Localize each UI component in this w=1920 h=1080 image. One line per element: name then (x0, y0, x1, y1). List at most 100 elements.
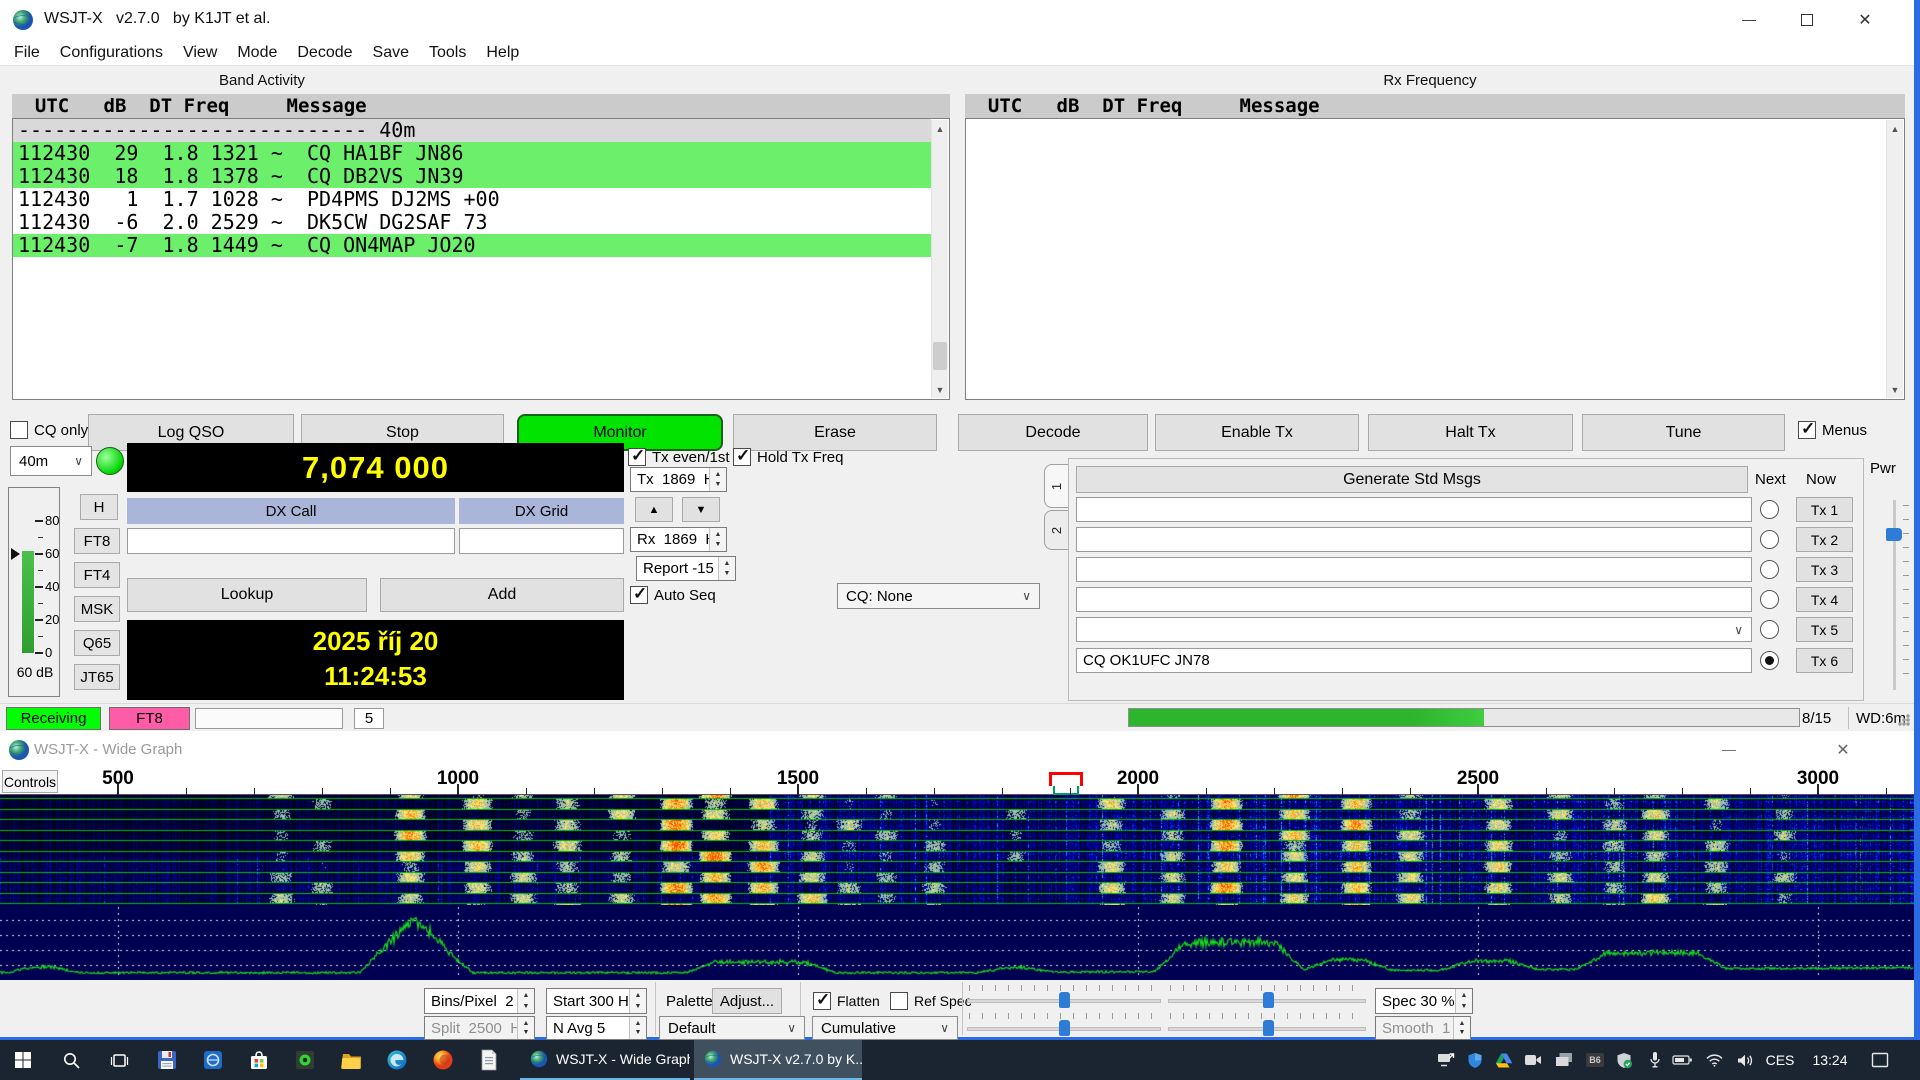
menu-mode[interactable]: Mode (227, 41, 287, 65)
cq-filter-combo[interactable]: CQ: None (837, 583, 1040, 609)
enable-tx-button[interactable]: Enable Tx (1155, 414, 1359, 451)
n-avg-spinner[interactable]: N Avg 5 (546, 1016, 647, 1040)
language-indicator[interactable]: CES (1758, 1040, 1802, 1080)
spectrum-display[interactable] (0, 905, 1914, 980)
taskbar-window-1[interactable]: WSJT-X - Wide Graph (520, 1040, 690, 1080)
shield-blue-tray-icon[interactable] (1461, 1040, 1489, 1080)
spinner-arrows[interactable] (709, 468, 726, 491)
halt-tx-button[interactable]: Halt Tx (1368, 414, 1573, 451)
tx-freq-spinner[interactable]: Tx 1869 Hz (630, 467, 727, 492)
battery-tray-icon[interactable] (1668, 1040, 1696, 1080)
clock[interactable]: 13:24 (1804, 1040, 1856, 1080)
taskbar-window-2[interactable]: WSJT-X v2.7.0 by K... (694, 1040, 862, 1080)
adjust-button[interactable]: Adjust... (712, 988, 782, 1014)
slider-handle[interactable] (1059, 992, 1070, 1008)
spinner-arrows[interactable] (718, 557, 735, 580)
spec-percent-spinner[interactable]: Spec 30 % (1375, 988, 1473, 1014)
minimize-button[interactable] (1699, 731, 1759, 768)
slider-handle[interactable] (1263, 992, 1274, 1008)
spectrum-gain-slider[interactable] (967, 1012, 1161, 1036)
rx-frequency-list[interactable]: ▲ ▼ (965, 118, 1905, 400)
badge-tray-icon[interactable]: B6 (1581, 1040, 1609, 1080)
mode-ft8-button[interactable]: FT8 (74, 528, 120, 554)
spinner-arrows[interactable] (629, 1017, 646, 1039)
decode-row[interactable]: 112430 18 1.8 1378 ~ CQ DB2VS JN39 (13, 165, 931, 188)
tune-button[interactable]: Tune (1582, 414, 1785, 451)
close-button[interactable] (1836, 0, 1894, 40)
bins-per-pixel-spinner[interactable]: Bins/Pixel 2 (424, 988, 535, 1014)
report-spinner[interactable]: Report -15 (636, 556, 736, 581)
tx1-radio[interactable] (1760, 500, 1779, 519)
tx-even-checkbox[interactable]: Tx even/1st (628, 448, 730, 466)
spinner-arrows[interactable] (517, 989, 534, 1013)
displays-tray-icon[interactable] (1550, 1040, 1578, 1080)
decode-row[interactable]: 112430 29 1.8 1321 ~ CQ HA1BF JN86 (13, 142, 931, 165)
dx-grid-input[interactable] (459, 528, 624, 554)
rx-frequency-scrollbar[interactable]: ▲ ▼ (1886, 120, 1903, 398)
band-activity-list[interactable]: ▲ ▼ ----------------------------- 40m112… (12, 118, 950, 400)
tx3-radio[interactable] (1760, 560, 1779, 579)
spinner-arrows[interactable] (629, 989, 646, 1013)
erase-button[interactable]: Erase (733, 414, 937, 451)
waterfall-gain-slider[interactable] (967, 984, 1161, 1008)
volume-tray-icon[interactable] (1731, 1040, 1759, 1080)
cq-only-checkbox[interactable]: CQ only (10, 421, 88, 439)
spectrum-zero-slider[interactable] (1168, 1012, 1366, 1036)
close-button[interactable] (1813, 731, 1873, 768)
spectrum-mode-combo[interactable]: Cumulative (812, 1016, 958, 1040)
tx4-button[interactable]: Tx 4 (1796, 587, 1853, 612)
menu-configurations[interactable]: Configurations (50, 41, 173, 65)
start-freq-spinner[interactable]: Start 300 Hz (546, 988, 647, 1014)
flatten-checkbox[interactable]: Flatten (813, 992, 880, 1010)
menu-help[interactable]: Help (476, 41, 529, 65)
decode-row[interactable]: ----------------------------- 40m (13, 119, 931, 142)
tx4-message-field[interactable] (1076, 587, 1752, 612)
spinner-arrows[interactable] (1453, 1017, 1470, 1039)
tx4-radio[interactable] (1760, 590, 1779, 609)
freq-down-button[interactable]: ▼ (682, 497, 720, 522)
menu-view[interactable]: View (173, 41, 227, 65)
add-button[interactable]: Add (380, 578, 624, 612)
spinner-arrows[interactable] (709, 528, 726, 551)
ref-spec-checkbox[interactable]: Ref Spec (890, 992, 972, 1010)
mode-msk-button[interactable]: MSK (74, 596, 120, 622)
band-selector[interactable]: 40m (10, 446, 92, 476)
decode-row[interactable]: 112430 -7 1.8 1449 ~ CQ ON4MAP JO20 (13, 234, 931, 257)
menu-save[interactable]: Save (363, 41, 419, 65)
spinner-arrows[interactable] (517, 1017, 534, 1039)
tab-1[interactable]: 1 (1044, 464, 1069, 508)
slider-handle[interactable] (1059, 1020, 1070, 1036)
tx1-button[interactable]: Tx 1 (1796, 497, 1853, 522)
monitor-green-taskbar-icon[interactable] (282, 1040, 328, 1080)
tx1-message-field[interactable] (1076, 497, 1752, 522)
save-taskbar-icon[interactable] (144, 1040, 190, 1080)
decode-row[interactable]: 112430 -6 2.0 2529 ~ DK5CW DG2SAF 73 (13, 211, 931, 234)
palette-combo[interactable]: Default (659, 1016, 805, 1040)
decode-row[interactable]: 112430 1 1.7 1028 ~ PD4PMS DJ2MS +00 (13, 188, 931, 211)
waterfall-display[interactable] (0, 795, 1914, 905)
mode-ft4-button[interactable]: FT4 (74, 562, 120, 588)
camera-tray-icon[interactable] (1519, 1040, 1547, 1080)
rx-freq-spinner[interactable]: Rx 1869 Hz (630, 527, 727, 552)
auto-seq-checkbox[interactable]: Auto Seq (630, 586, 716, 604)
main-titlebar[interactable]: WSJT-X v2.7.0 by K1JT et al. (0, 0, 1914, 40)
frequency-display[interactable]: 7,074 000 (127, 443, 624, 492)
mic-tray-icon[interactable] (1641, 1040, 1669, 1080)
drive-tray-icon[interactable] (1490, 1040, 1518, 1080)
store-taskbar-icon[interactable] (236, 1040, 282, 1080)
firefox-taskbar-icon[interactable] (420, 1040, 466, 1080)
menu-tools[interactable]: Tools (419, 41, 476, 65)
share-tray-icon[interactable] (1432, 1040, 1460, 1080)
menus-checkbox[interactable]: Menus (1798, 421, 1867, 439)
scrollbar-thumb[interactable] (933, 342, 947, 370)
explorer-taskbar-icon[interactable] (328, 1040, 374, 1080)
remote-taskbar-icon[interactable] (190, 1040, 236, 1080)
pwr-slider-handle[interactable] (1886, 528, 1902, 541)
menu-file[interactable]: File (4, 41, 50, 65)
freq-up-button[interactable]: ▲ (635, 497, 673, 522)
decode-button[interactable]: Decode (958, 414, 1148, 451)
wide-graph-titlebar[interactable]: WSJT-X - Wide Graph (0, 731, 1914, 768)
edge-taskbar-icon[interactable] (374, 1040, 420, 1080)
dx-call-input[interactable] (127, 528, 455, 554)
tx3-button[interactable]: Tx 3 (1796, 557, 1853, 582)
